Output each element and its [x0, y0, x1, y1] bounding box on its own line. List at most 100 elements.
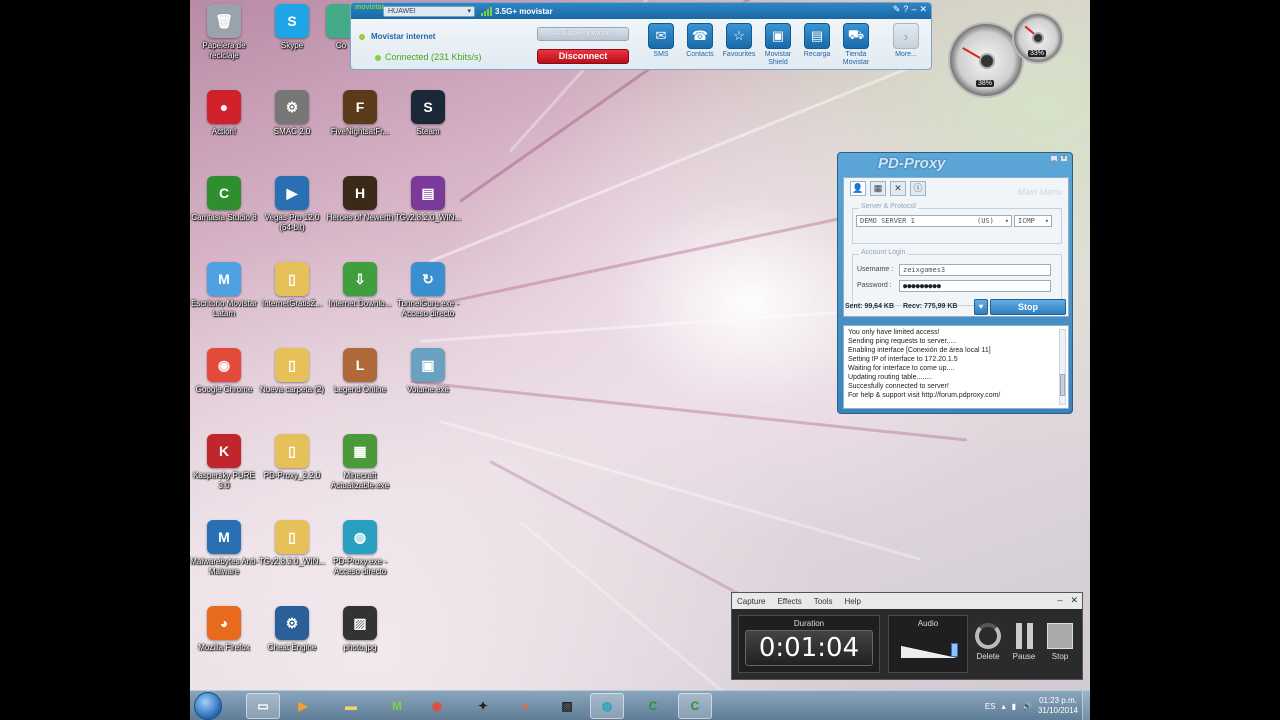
network-icon[interactable]: ▮: [1012, 702, 1016, 711]
toolbar-button-label: Recarga: [803, 51, 831, 58]
toolbar-button-sms[interactable]: ✉ SMS: [641, 23, 681, 59]
password-field[interactable]: ●●●●●●●●●: [899, 280, 1051, 292]
star-icon: ☆: [726, 23, 752, 49]
toolbar-button-label: SMS: [653, 51, 669, 58]
show-desktop-button[interactable]: [1082, 691, 1090, 720]
desktop-icon[interactable]: ▯ InternetGratisZ...: [258, 262, 326, 309]
desktop-icon[interactable]: L Legend Online: [326, 348, 394, 395]
toolbar-button-recarga[interactable]: ▤ Recarga: [797, 23, 837, 59]
taskbar-camtasia-recorder[interactable]: C: [678, 693, 712, 719]
clock[interactable]: 01:23 p.m. 31/10/2014: [1038, 696, 1078, 716]
close-button[interactable]: ✕: [1070, 595, 1078, 606]
server-protocol-legend: Server & Protocol: [859, 203, 918, 210]
desktop-icon-label: Steam: [416, 127, 440, 136]
desktop-icon[interactable]: ⚙ Cheat Engine: [258, 606, 326, 653]
taskbar-explorer[interactable]: ▬: [334, 693, 368, 719]
desktop-icon-label: SMAC 2.0: [273, 127, 311, 136]
taskbar-movistar-app[interactable]: M: [380, 693, 414, 719]
desktop-icon[interactable]: ▶ Vegas Pro 12.0 (64-bit): [258, 176, 326, 233]
app-icon: ◕: [207, 606, 241, 640]
tab-stats-icon[interactable]: ▦: [870, 181, 886, 196]
minimize-button[interactable]: –: [911, 4, 916, 15]
taskbar-app[interactable]: ✦: [466, 693, 500, 719]
desktop-icon[interactable]: ◍ PD-Proxy.exe - Acceso directo: [326, 520, 394, 577]
toolbar-button-tienda-movistar[interactable]: ⛟ Tienda Movistar: [836, 23, 876, 67]
scrollbar-thumb[interactable]: [1060, 374, 1065, 396]
desktop-icon[interactable]: ↻ TunnelGuru.exe - Acceso directo: [394, 262, 462, 319]
desktop-icon-label: TGv2.8.2.0_WIN...: [394, 213, 462, 222]
taskbar-firefox[interactable]: ◕: [508, 693, 542, 719]
help-icon[interactable]: ?: [903, 4, 908, 15]
disconnect-button[interactable]: Disconnect: [537, 49, 629, 64]
menu-capture[interactable]: Capture: [737, 597, 765, 606]
desktop-icon[interactable]: C Camtasia Studio 8: [190, 176, 258, 223]
stop-button[interactable]: Stop: [990, 299, 1066, 315]
menu-effects[interactable]: Effects: [777, 597, 801, 606]
desktop-icon[interactable]: S Steam: [394, 90, 462, 137]
desktop-icon[interactable]: ⇩ Internet Downlo...: [326, 262, 394, 309]
toolbar-button-movistar-shield[interactable]: ▣ Movistar Shield: [758, 23, 798, 67]
language-indicator[interactable]: ES: [985, 702, 996, 711]
desktop-icon[interactable]: ▤ TGv2.8.2.0_WIN...: [394, 176, 462, 223]
protocol-select[interactable]: ICMP ▾: [1014, 215, 1052, 227]
volume-icon[interactable]: 🔊: [1022, 702, 1032, 711]
duration-label: Duration: [793, 619, 825, 628]
audio-volume-slider[interactable]: [951, 643, 958, 657]
toolbar-button-favourites[interactable]: ☆ Favourites: [719, 23, 759, 59]
taskbar-chrome[interactable]: ◉: [420, 693, 454, 719]
desktop-icon[interactable]: H Heroes of Newerth: [326, 176, 394, 223]
taskbar-pd-proxy[interactable]: ◍: [590, 693, 624, 719]
desktop-icon[interactable]: ◉ Google Chrome: [190, 348, 258, 395]
menu-help[interactable]: Help: [844, 597, 860, 606]
log-scrollbar[interactable]: [1059, 329, 1066, 405]
desktop-icon[interactable]: K Kaspersky PURE 3.0: [190, 434, 258, 491]
close-button[interactable]: x: [1060, 155, 1068, 162]
tab-login-icon[interactable]: 👤: [850, 181, 866, 196]
desktop-icon[interactable]: ▨ photo.jpg: [326, 606, 394, 653]
minimize-button[interactable]: –: [1057, 595, 1062, 606]
desktop-icon-label: Kaspersky PURE 3.0: [193, 471, 255, 490]
pd-proxy-tabs: 👤 ▦ ✕ ⓘ: [850, 181, 926, 196]
delete-button[interactable]: Delete: [968, 623, 1008, 661]
desktop-icon[interactable]: ▯ PD-Proxy_2.2.0: [258, 434, 326, 481]
username-field[interactable]: zeixgames3: [899, 264, 1051, 276]
desktop-icon[interactable]: S Skype: [258, 4, 326, 51]
desktop-icon-label: Internet Downlo...: [328, 299, 392, 308]
taskbar-photo[interactable]: ▨: [550, 693, 584, 719]
taskbar-movistar[interactable]: ▭: [246, 693, 280, 719]
desktop-icon[interactable]: M Malwarebytes Anti-Malware: [190, 520, 258, 577]
desktop-icon[interactable]: 🗑 Papelera de reciclaje: [190, 4, 258, 61]
desktop-icon-label: Camtasia Studio 8: [191, 213, 257, 222]
toolbar-button-more[interactable]: › More...: [886, 23, 926, 59]
pause-button[interactable]: Pause: [1004, 623, 1044, 661]
menu-tools[interactable]: Tools: [814, 597, 833, 606]
desktop-icon[interactable]: ▯ TGv2.8.3.0_WIN...: [258, 520, 326, 567]
desktop-icon[interactable]: M Escritorio Movistar Latam: [190, 262, 258, 319]
chevron-down-icon: ▾: [467, 7, 471, 15]
tray-expand-icon[interactable]: ▴: [1002, 702, 1006, 711]
delete-icon: [975, 623, 1001, 649]
settings-icon[interactable]: ✎: [893, 4, 901, 15]
sent-stat: Sent: 99,64 KB: [845, 303, 895, 310]
tab-info-icon[interactable]: ⓘ: [910, 181, 926, 196]
taskbar-media-player[interactable]: ▶: [286, 693, 320, 719]
toolbar-button-contacts[interactable]: ☎ Contacts: [680, 23, 720, 59]
desktop-icon[interactable]: ⚙ SMAC 2.0: [258, 90, 326, 137]
tab-tools-icon[interactable]: ✕: [890, 181, 906, 196]
desktop-icon[interactable]: ▯ Nueva carpeta (2): [258, 348, 326, 395]
minimize-button[interactable]: _: [1050, 155, 1058, 162]
desktop-icon[interactable]: ◕ Mozilla Firefox: [190, 606, 258, 653]
favorite-button[interactable]: ♥: [974, 299, 988, 315]
close-button[interactable]: ✕: [919, 4, 927, 15]
desktop-icon[interactable]: ▦ Minecraft Actualizable.exe: [326, 434, 394, 491]
desktop-icon[interactable]: ● Action!: [190, 90, 258, 137]
device-select[interactable]: HUAWEI ▾: [383, 5, 475, 17]
desktop-icon-label: Heroes of Newerth: [326, 213, 394, 222]
taskbar-camtasia[interactable]: C: [636, 693, 670, 719]
start-button[interactable]: [194, 692, 222, 720]
desktop-icon[interactable]: F FiveNightsatFr...: [326, 90, 394, 137]
desktop-icon[interactable]: ▣ Volume.exe: [394, 348, 462, 395]
available-networks-button[interactable]: Available networks: [537, 27, 629, 41]
stop-recording-button[interactable]: Stop: [1040, 623, 1080, 661]
server-select[interactable]: DEMO SERVER 1 (US) ▾: [856, 215, 1012, 227]
